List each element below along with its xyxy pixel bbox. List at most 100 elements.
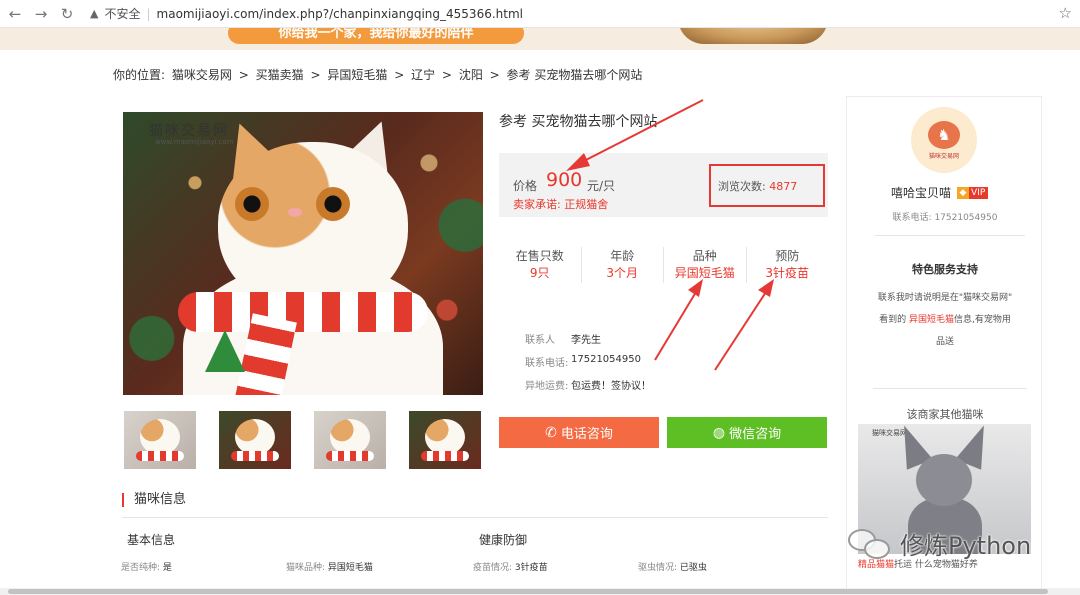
- stat-value[interactable]: 异国短毛猫: [664, 265, 746, 281]
- contact-value: 17521054950: [571, 354, 641, 365]
- address-separator: |: [146, 6, 151, 21]
- info-field-value: 是: [162, 563, 172, 573]
- info-field-label: 疫苗情况:: [473, 563, 513, 573]
- service-desc-line: 品送: [935, 337, 954, 347]
- shop-name-row: 嘻哈宝贝喵 ◆ VIP: [891, 184, 989, 201]
- breadcrumb-link[interactable]: 沈阳: [459, 68, 483, 82]
- breadcrumb-separator: >: [310, 68, 321, 82]
- address-bar[interactable]: ▲ 不安全 | maomijiaoyi.com/index.php?/chanp…: [90, 5, 523, 22]
- scarf: [178, 292, 428, 332]
- info-field: 猫咪品种: 异国短毛猫: [286, 560, 373, 573]
- phone-consult-button[interactable]: ✆ 电话咨询: [499, 417, 659, 448]
- contact-info: 联系人 李先生 联系电话: 17521054950 异地运费: 包运费！签协议！: [525, 331, 651, 400]
- price-value: 900: [546, 169, 583, 191]
- thumbnail-cat: [235, 419, 275, 455]
- shop-phone: 联系电话: 17521054950: [847, 210, 1043, 223]
- stat-value: 9只: [529, 266, 550, 280]
- thumbnail[interactable]: [314, 411, 386, 469]
- thumbnail-scarf: [326, 451, 374, 461]
- warning-icon: ▲: [90, 7, 99, 20]
- scrollbar-thumb[interactable]: [8, 589, 1048, 594]
- phone-consult-label: 电话咨询: [560, 427, 613, 442]
- bookmark-star-icon[interactable]: ☆: [1059, 4, 1072, 22]
- service-description: 联系我时请说明是在"猫咪交易网" 看到的 异国短毛猫信息,有宠物用 品送: [847, 287, 1043, 353]
- url-text[interactable]: maomijiaoyi.com/index.php?/chanpinxiangq…: [157, 7, 523, 21]
- cat-logo-icon: ♞: [928, 120, 960, 149]
- caption-text: 托运 什么宠物猫好养: [894, 560, 978, 570]
- contact-label: 异地运费:: [525, 381, 569, 392]
- views-label: 浏览次数:: [718, 180, 766, 193]
- cat-head: [218, 142, 408, 312]
- breadcrumb-separator: >: [489, 68, 500, 82]
- cat-eye-right: [316, 187, 350, 221]
- desc-text: 信息,有宠物用: [954, 315, 1011, 325]
- vip-badge: ◆ VIP: [957, 186, 989, 199]
- reload-icon[interactable]: ↻: [56, 3, 78, 25]
- bubble-small: [864, 538, 890, 559]
- stat-item: 品种 异国短毛猫: [664, 247, 747, 283]
- thumbnail[interactable]: [409, 411, 481, 469]
- shop-name[interactable]: 嘻哈宝贝喵: [891, 184, 951, 201]
- info-field-label: 猫咪品种:: [286, 563, 326, 573]
- wechat-bubbles-icon: [848, 527, 892, 561]
- health-title: 健康防御: [479, 533, 528, 547]
- breadcrumb-link[interactable]: 辽宁: [411, 68, 435, 82]
- thumbnail-cat: [330, 419, 370, 455]
- diamond-icon: ◆: [957, 186, 970, 199]
- service-title: 特色服务支持: [912, 263, 978, 276]
- thumbnail-scarf: [136, 451, 184, 461]
- security-label: 不安全: [104, 7, 141, 21]
- cat-info-heading: 猫咪信息: [122, 493, 186, 507]
- product-title: 参考 买宠物猫去哪个网站: [499, 114, 658, 130]
- horizontal-scrollbar[interactable]: [0, 588, 1080, 595]
- contact-row: 联系电话: 17521054950: [525, 354, 651, 377]
- cat-eye-left: [235, 187, 269, 221]
- thumbnail-scarf: [231, 451, 279, 461]
- thumbnail[interactable]: [124, 411, 196, 469]
- stat-key: 在售只数: [515, 249, 564, 263]
- main-cat-photo[interactable]: 猫咪交易网 www.maomijiaoyi.com: [123, 112, 483, 395]
- stat-key: 品种: [692, 249, 717, 263]
- back-icon[interactable]: ←: [4, 3, 26, 25]
- stat-item: 年龄 3个月: [582, 247, 664, 283]
- info-field-value: 已驱虫: [679, 563, 707, 573]
- other-cats-title: 该商家其他猫咪: [906, 408, 984, 421]
- contact-value: 李先生: [571, 335, 601, 346]
- views-value: 4877: [769, 180, 798, 193]
- shop-phone-value: 17521054950: [934, 213, 998, 223]
- banner-bowl-image: [678, 28, 828, 44]
- breadcrumb: 你的位置: 猫咪交易网 > 买猫卖猫 > 异国短毛猫 > 辽宁 > 沈阳 > 参…: [113, 66, 645, 83]
- caption-tag: 精品猫猫: [858, 560, 895, 570]
- info-field-value: 异国短毛猫: [327, 563, 373, 573]
- thumbnail-cat: [425, 419, 465, 455]
- stat-item: 预防 3针疫苗: [747, 247, 829, 283]
- contact-label: 联系电话:: [525, 358, 569, 369]
- shop-logo[interactable]: ♞ 猫咪交易网: [911, 107, 977, 173]
- stats-row: 在售只数 9只 年龄 3个月 品种 异国短毛猫 预防 3针疫苗: [499, 247, 828, 283]
- thumbnail-cat: [140, 419, 180, 455]
- breadcrumb-link[interactable]: 买猫卖猫: [256, 68, 304, 82]
- wechat-icon: ◍: [712, 424, 726, 441]
- top-banner[interactable]: 你给我一个家，我给你最好的陪伴: [0, 28, 1080, 50]
- desc-text: 看到的: [879, 315, 907, 325]
- vip-label: VIP: [971, 187, 986, 198]
- arrow-to-breed: [654, 291, 697, 361]
- photo-watermark: 猫咪交易网: [149, 123, 229, 139]
- breadcrumb-separator: >: [441, 68, 452, 82]
- breadcrumb-current: 参考 买宠物猫去哪个网站: [506, 68, 643, 82]
- stat-item: 在售只数 9只: [499, 247, 582, 283]
- contact-row: 联系人 李先生: [525, 331, 651, 354]
- basic-info-title: 基本信息: [127, 533, 176, 547]
- forward-icon[interactable]: →: [30, 3, 52, 25]
- browser-toolbar: ← → ↻ ▲ 不安全 | maomijiaoyi.com/index.php?…: [0, 0, 1080, 28]
- breadcrumb-link[interactable]: 异国短毛猫: [327, 68, 387, 82]
- arrow-to-vaccine: [714, 291, 767, 371]
- stat-key: 年龄: [610, 249, 635, 263]
- breadcrumb-separator: >: [394, 68, 405, 82]
- breadcrumb-link[interactable]: 猫咪交易网: [172, 68, 232, 82]
- thumbnail[interactable]: [219, 411, 291, 469]
- desc-breed-link[interactable]: 异国短毛猫: [909, 315, 954, 325]
- stat-key: 预防: [775, 249, 800, 263]
- wechat-consult-button[interactable]: ◍ 微信咨询: [667, 417, 827, 448]
- christmas-tree-pin: [205, 330, 245, 372]
